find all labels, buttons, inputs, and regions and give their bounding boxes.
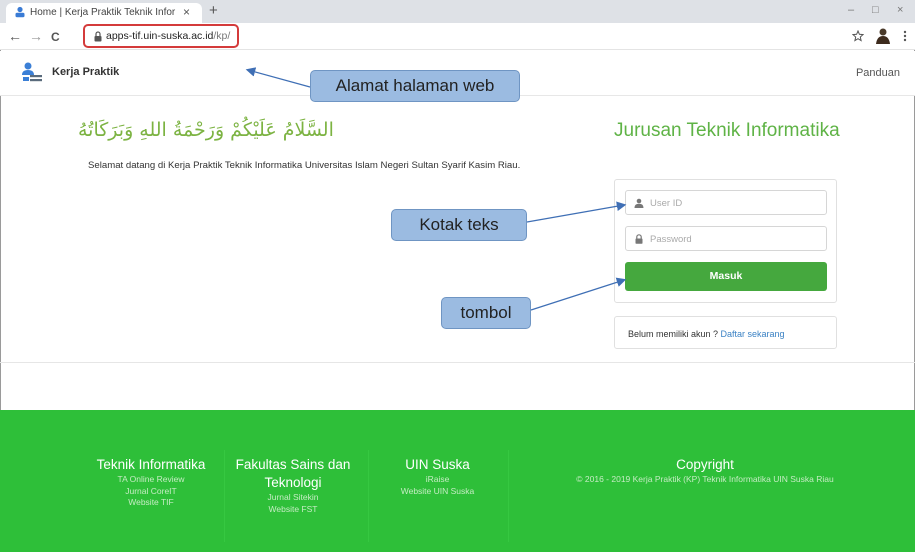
password-input[interactable]: Password	[625, 226, 827, 251]
department-title: Jurusan Teknik Informatika	[614, 120, 840, 141]
register-link[interactable]: Daftar sekarang	[721, 329, 785, 339]
footer-link[interactable]: Jurnal Sitekin	[228, 492, 358, 504]
browser-tab-bar: Home | Kerja Praktik Teknik Infor × + – …	[0, 0, 915, 23]
bookmark-star-icon[interactable]	[852, 30, 864, 42]
footer-link[interactable]: iRaise	[375, 474, 500, 486]
minimize-icon[interactable]: –	[848, 4, 854, 16]
user-favicon-icon	[15, 6, 25, 18]
tab-close-icon[interactable]: ×	[183, 5, 190, 19]
footer-title: Teknologi	[264, 475, 322, 490]
menu-kebab-icon[interactable]	[903, 30, 907, 42]
register-box: Belum memiliki akun ? Daftar sekarang	[614, 316, 837, 349]
copyright-text: © 2016 - 2019 Kerja Praktik (KP) Teknik …	[576, 474, 834, 484]
footer-link[interactable]: TA Online Review	[86, 474, 216, 486]
footer-title: Copyright	[676, 457, 734, 472]
callout-address: Alamat halaman web	[310, 70, 520, 102]
back-arrow-icon[interactable]: ←	[8, 28, 22, 44]
tab-title: Home | Kerja Praktik Teknik Infor	[30, 7, 176, 18]
footer-col-fst: Fakultas Sains dan Teknologi Jurnal Site…	[228, 456, 358, 515]
maximize-icon[interactable]: □	[872, 4, 879, 16]
footer-link[interactable]: Website UIN Suska	[375, 486, 500, 498]
site-footer: Teknik Informatika TA Online Review Jurn…	[0, 410, 915, 552]
arabic-greeting: السَّلَامُ عَلَيْكُمْ وَرَحْمَةُ اللهِ و…	[78, 119, 334, 141]
userid-placeholder: User ID	[650, 198, 683, 209]
nav-link-panduan[interactable]: Panduan	[856, 67, 900, 79]
address-highlight-box	[83, 24, 239, 48]
new-tab-button[interactable]: +	[209, 2, 218, 20]
browser-tab[interactable]: Home | Kerja Praktik Teknik Infor ×	[6, 3, 202, 23]
footer-link[interactable]: Jurnal CoreIT	[86, 486, 216, 498]
footer-link[interactable]: Website FST	[228, 504, 358, 516]
profile-avatar-icon[interactable]	[875, 27, 891, 45]
footer-title: UIN Suska	[405, 457, 470, 472]
footer-divider	[508, 450, 509, 542]
callout-textbox: Kotak teks	[391, 209, 527, 241]
welcome-text: Selamat datang di Kerja Praktik Teknik I…	[88, 160, 521, 171]
reload-icon[interactable]: C	[51, 29, 60, 45]
footer-link[interactable]: Website TIF	[86, 497, 216, 509]
footer-col-uin-suska: UIN Suska iRaise Website UIN Suska	[375, 456, 500, 497]
content-divider	[0, 362, 915, 363]
login-form: User ID Password Masuk	[614, 179, 837, 303]
callout-button: tombol	[441, 297, 531, 329]
footer-col-teknik-informatika: Teknik Informatika TA Online Review Jurn…	[86, 456, 216, 509]
footer-title: Teknik Informatika	[96, 457, 206, 472]
footer-title: Fakultas Sains dan	[235, 457, 351, 472]
user-icon	[634, 198, 644, 208]
lock-icon	[635, 234, 643, 244]
users-logo-icon[interactable]	[22, 62, 42, 82]
site-brand[interactable]: Kerja Praktik	[52, 66, 119, 78]
password-placeholder: Password	[650, 234, 692, 245]
footer-divider	[224, 450, 225, 542]
close-window-icon[interactable]: ×	[897, 4, 903, 16]
userid-input[interactable]: User ID	[625, 190, 827, 215]
footer-col-copyright: Copyright © 2016 - 2019 Kerja Praktik (K…	[520, 456, 890, 486]
login-submit-button[interactable]: Masuk	[625, 262, 827, 291]
register-prompt: Belum memiliki akun ? Daftar sekarang	[628, 329, 785, 339]
forward-arrow-icon[interactable]: →	[29, 28, 43, 44]
footer-divider	[368, 450, 369, 542]
